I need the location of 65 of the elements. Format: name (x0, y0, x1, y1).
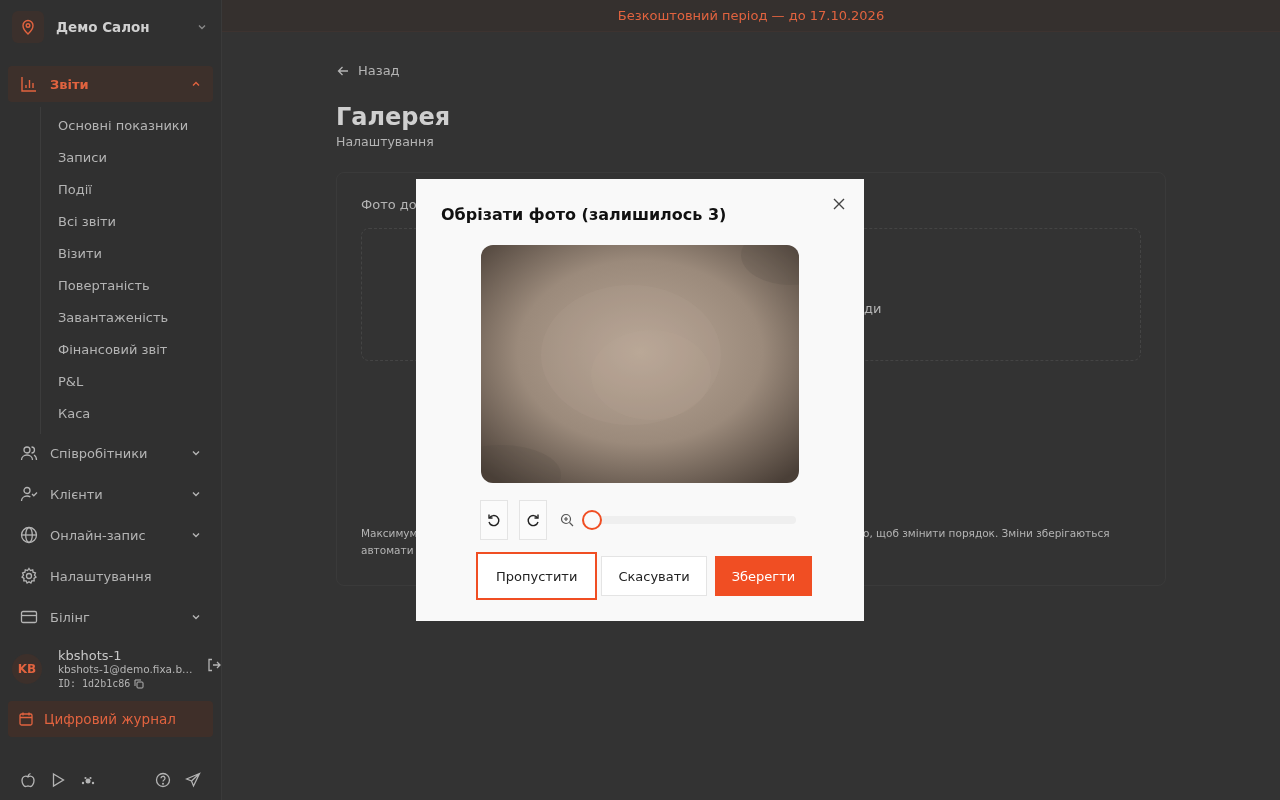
back-arrow-icon (337, 64, 349, 77)
nav-item[interactable]: Звіти (8, 66, 213, 102)
nav-item[interactable]: Співробітники (8, 435, 213, 471)
close-icon[interactable] (832, 197, 846, 211)
submenu-item[interactable]: P&L (58, 366, 84, 398)
play-icon[interactable] (50, 772, 66, 788)
copy-icon[interactable] (134, 678, 145, 689)
logout-icon[interactable] (206, 658, 221, 672)
back-link[interactable]: Назад (336, 63, 400, 78)
people-icon (20, 444, 38, 462)
page-subtitle: Налаштування (336, 134, 435, 149)
trial-banner: Безкоштовний період — до 17.10.2026 (222, 0, 1280, 32)
nav-item[interactable]: Налаштування (8, 558, 213, 594)
submenu-item[interactable]: Каса (58, 398, 91, 430)
chevron-icon[interactable] (191, 448, 201, 458)
upload-hint: ди (864, 301, 882, 316)
person-check-icon (20, 485, 38, 503)
rotate-left-icon (486, 512, 502, 528)
calendar-icon (18, 711, 34, 727)
dialog-button[interactable]: Пропустити (476, 552, 598, 600)
rotate-left-button[interactable] (480, 500, 508, 540)
chevron-icon[interactable] (197, 22, 207, 32)
note-text: автомати (361, 543, 414, 558)
chevron-icon[interactable] (191, 79, 201, 89)
user-avatar: KB (12, 654, 42, 684)
chevron-icon[interactable] (191, 530, 201, 540)
user-name: kbshots-1 (58, 648, 123, 663)
slider-thumb[interactable] (582, 510, 602, 530)
submenu-item[interactable]: Повертаність (58, 270, 150, 302)
dialog-button[interactable]: Зберегти (714, 556, 813, 596)
submenu-item[interactable]: Події (58, 174, 92, 206)
nav-item[interactable]: Клієнти (8, 476, 213, 512)
journal-button[interactable]: Цифровий журнал (8, 701, 213, 737)
submenu-item[interactable]: Всі звіти (58, 206, 117, 238)
submenu-item[interactable]: Записи (58, 142, 107, 174)
zoom-slider[interactable] (582, 510, 796, 530)
user-id: ID: 1d2b1c86 (58, 678, 131, 689)
submenu-item[interactable]: Фінансовий звіт (58, 334, 168, 366)
rotate-right-icon (525, 512, 541, 528)
send-icon[interactable] (185, 772, 201, 788)
settings-icon (20, 567, 38, 585)
globe-icon (20, 526, 38, 544)
apple-icon[interactable] (20, 772, 36, 788)
chevron-icon[interactable] (191, 489, 201, 499)
paw-icon[interactable] (80, 774, 96, 786)
page-title: Галерея (336, 103, 452, 131)
user-email: kbshots-1@demo.fixa.b… (58, 663, 193, 675)
credit-card-icon (20, 608, 38, 626)
nav-item[interactable]: Онлайн-запис (8, 517, 213, 553)
chevron-icon[interactable] (191, 612, 201, 622)
submenu-item[interactable]: Основні показники (58, 110, 189, 142)
note-text: о, щоб змінити порядок. Зміни зберігаються (863, 527, 1110, 539)
submenu-item[interactable]: Завантаженість (58, 302, 169, 334)
note-text: Максимум (361, 526, 418, 541)
help-icon[interactable] (155, 772, 171, 788)
section-label: Фото до (361, 197, 417, 212)
zoom-in-icon (560, 513, 574, 527)
dialog-title: Обрізати фото (залишилось 3) (441, 204, 728, 226)
rotate-right-button[interactable] (519, 500, 547, 540)
nav-item[interactable]: Білінг (8, 599, 213, 635)
location-pin-icon (12, 11, 44, 43)
dialog-button[interactable]: Скасувати (601, 556, 707, 596)
submenu-item[interactable]: Візити (58, 238, 102, 270)
salon-name[interactable]: Демо Салон (56, 19, 185, 35)
chart-icon (20, 75, 38, 93)
